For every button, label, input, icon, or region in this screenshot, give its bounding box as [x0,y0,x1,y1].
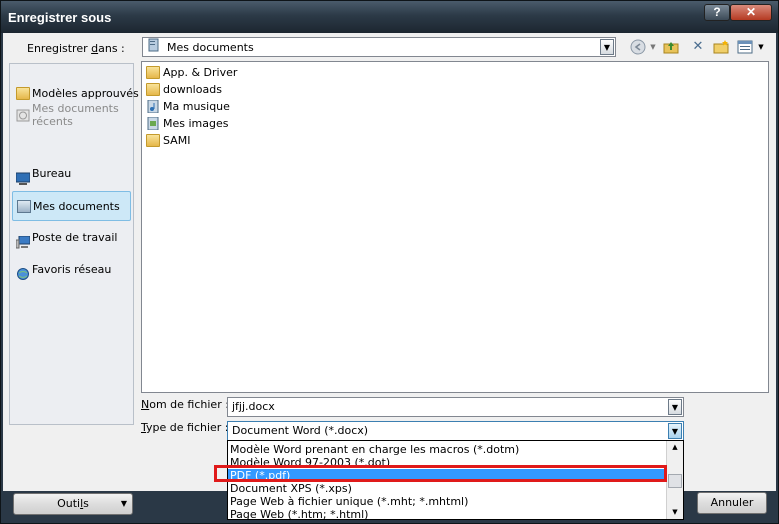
list-item[interactable]: downloads [145,82,222,98]
close-button[interactable]: ✕ [730,4,772,21]
place-mes-documents-recents[interactable]: Mes documents récents [12,99,131,129]
window-title: Enregistrer sous [8,10,112,25]
list-item[interactable]: Mes images [145,116,228,132]
new-folder-icon[interactable] [711,39,731,57]
places-bar: Modèles approuvés Mes documents récents … [9,63,139,425]
file-list[interactable]: App. & Driver downloads Ma musique Mes i… [141,61,769,393]
list-item[interactable]: App. & Driver [145,65,237,81]
help-button[interactable]: ? [704,4,730,21]
filename-value: jfjj.docx [232,400,275,413]
dropdown-scrollbar[interactable]: ▲ ▼ [666,441,683,519]
my-documents-icon [147,38,161,58]
list-item[interactable]: SAMI [145,133,190,149]
file-name: Mes images [163,117,229,130]
place-label: Bureau [32,167,72,180]
back-icon[interactable] [628,39,648,57]
computer-icon [15,231,31,249]
pictures-folder-icon [146,116,160,131]
network-icon [16,263,30,280]
file-name: downloads [163,83,222,96]
delete-icon[interactable]: ✕ [688,39,708,57]
views-icon[interactable] [735,39,755,57]
dropdown-option[interactable]: Page Web à fichier unique (*.mht; *.mhtm… [228,495,666,508]
views-dropdown-icon[interactable]: ▼ [756,39,766,57]
place-label: Mes documents [33,200,120,213]
file-name: App. & Driver [163,66,238,79]
folder-icon [146,83,160,96]
file-name: SAMI [163,134,191,147]
chevron-down-icon: ▼ [120,499,127,508]
music-folder-icon [146,99,160,114]
lookin-value: Mes documents [167,41,254,54]
filetype-value: Document Word (*.docx) [232,424,369,437]
lookin-combo[interactable]: Mes documents ▼ [142,37,616,57]
dropdown-option[interactable]: Document XPS (*.xps) [228,482,666,495]
place-favoris-reseau[interactable]: Favoris réseau [12,255,131,285]
desktop-icon [15,167,31,185]
place-label: Favoris réseau [32,263,112,276]
my-documents-icon [17,200,31,213]
scroll-down-icon[interactable]: ▼ [667,506,683,519]
place-label: Mes documents récents [32,102,119,128]
filetype-select[interactable]: Document Word (*.docx) ▼ [227,421,684,441]
place-mes-documents[interactable]: Mes documents [12,191,131,221]
folder-icon [146,134,160,147]
back-dropdown-icon[interactable]: ▼ [648,39,658,57]
scroll-up-icon[interactable]: ▲ [667,441,683,454]
filename-field[interactable]: jfjj.docx ▼ [227,397,684,417]
place-bureau[interactable]: Bureau [12,159,131,189]
chevron-down-icon[interactable]: ▼ [668,423,682,439]
scroll-thumb[interactable] [668,474,682,488]
recent-documents-icon [16,109,30,122]
chevron-down-icon[interactable]: ▼ [600,39,614,55]
list-item[interactable]: Ma musique [145,99,230,115]
title-bar[interactable]: Enregistrer sous ? ✕ [1,1,778,33]
filetype-label: Type de fichier : [141,421,229,434]
filename-label: Nom de fichier : [141,398,229,411]
dropdown-option[interactable]: Page Web (*.htm; *.html) [228,508,666,519]
place-label: Poste de travail [32,231,118,244]
file-name: Ma musique [163,100,230,113]
chevron-down-icon[interactable]: ▼ [668,399,682,415]
tools-button[interactable]: Outils ▼ [13,493,133,515]
up-folder-icon[interactable] [661,39,681,57]
place-poste-de-travail[interactable]: Poste de travail [12,223,131,253]
folder-icon [146,66,160,79]
cancel-button[interactable]: Annuler [697,492,767,514]
save-as-dialog: Enregistrer sous ? ✕ Enregistrer dans : … [0,0,779,524]
highlight-annotation [214,465,667,482]
lookin-label: Enregistrer dans : [27,42,125,55]
dropdown-option[interactable]: Modèle Word prenant en charge les macros… [228,443,666,456]
dialog-body: Enregistrer dans : Mes documents ▼ ▼ ✕ ▼… [3,33,776,515]
